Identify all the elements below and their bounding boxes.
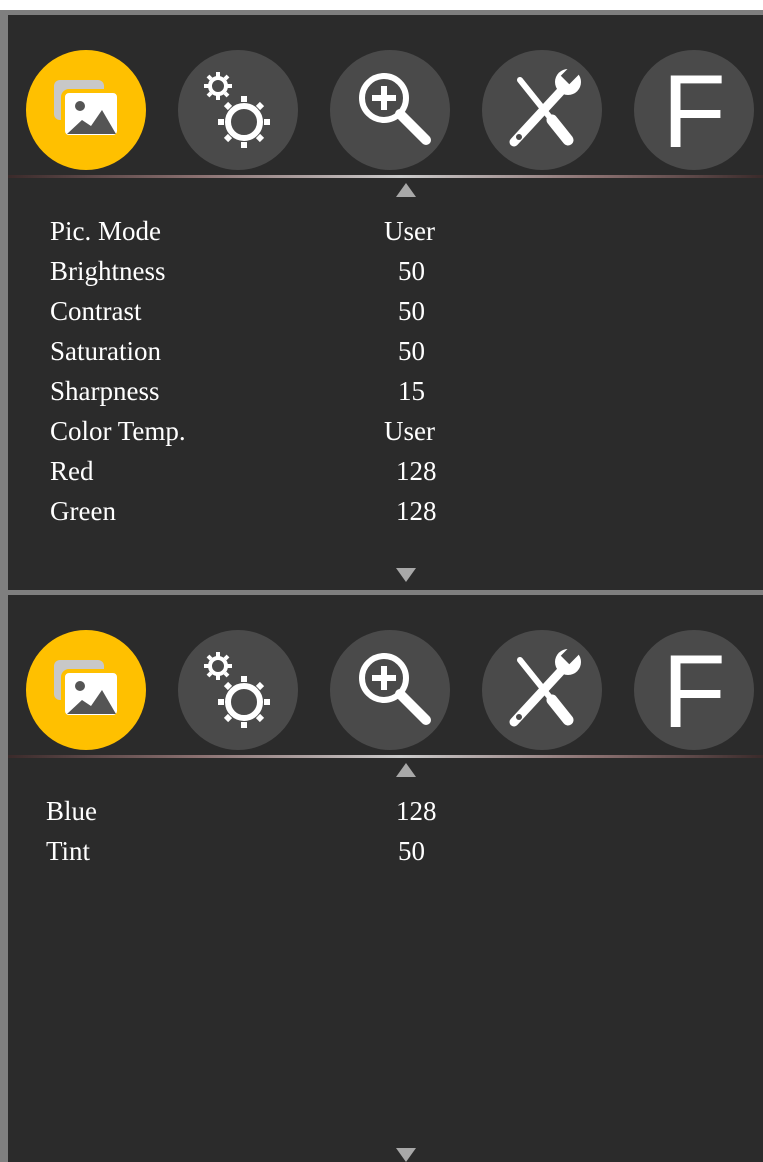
tab-settings[interactable] (178, 50, 298, 170)
menu-item-tint[interactable]: Tint 50 (8, 831, 763, 871)
picture-icon (54, 660, 121, 719)
tab-picture[interactable] (26, 630, 146, 750)
menu-item-green[interactable]: Green 128 (8, 491, 763, 531)
item-label: Red (50, 456, 94, 486)
picture-settings-list: Blue 128 Tint 50 (8, 791, 763, 871)
tools-icon (509, 645, 581, 727)
function-icon: F (662, 54, 726, 170)
item-value: 50 (398, 256, 425, 286)
item-value: User (384, 416, 435, 446)
menu-item-sharpness[interactable]: Sharpness 15 (8, 371, 763, 411)
item-label: Saturation (50, 336, 161, 366)
item-value: 128 (396, 496, 437, 526)
menu-item-blue[interactable]: Blue 128 (8, 791, 763, 831)
menu-tab-bar: F (8, 15, 763, 173)
item-value: 15 (398, 376, 425, 406)
gears-icon (204, 72, 270, 148)
osd-menu-page-1: F Pic. Mode User Brightness 50 Contrast … (0, 10, 763, 590)
scroll-up-arrow[interactable] (396, 763, 416, 777)
picture-settings-list: Pic. Mode User Brightness 50 Contrast 50… (8, 211, 763, 531)
item-value: 50 (398, 296, 425, 326)
tools-icon (509, 65, 581, 147)
item-label: Tint (46, 836, 91, 866)
zoom-in-icon (359, 653, 431, 725)
tab-zoom[interactable] (330, 630, 450, 750)
item-label: Green (50, 496, 116, 526)
picture-icon (54, 80, 121, 139)
item-label: Color Temp. (50, 416, 186, 446)
tab-function[interactable]: F (634, 630, 754, 750)
menu-tab-bar: F (8, 595, 763, 753)
gears-icon (204, 652, 270, 728)
scroll-down-arrow[interactable] (396, 568, 416, 582)
item-label: Brightness (50, 256, 166, 286)
menu-item-contrast[interactable]: Contrast 50 (8, 291, 763, 331)
item-value: 128 (396, 456, 437, 486)
tab-tools[interactable] (482, 50, 602, 170)
tab-settings[interactable] (178, 630, 298, 750)
menu-item-color-temp[interactable]: Color Temp. User (8, 411, 763, 451)
item-value: User (384, 216, 435, 246)
item-value: 128 (396, 796, 437, 826)
item-label: Blue (46, 796, 97, 826)
tab-function[interactable]: F (634, 50, 754, 170)
item-label: Contrast (50, 296, 142, 326)
osd-menu-page-2: F Blue 128 Tint 50 (0, 590, 763, 1162)
menu-item-saturation[interactable]: Saturation 50 (8, 331, 763, 371)
menu-item-brightness[interactable]: Brightness 50 (8, 251, 763, 291)
function-icon: F (662, 634, 726, 750)
item-value: 50 (398, 336, 425, 366)
item-value: 50 (398, 836, 425, 866)
item-label: Pic. Mode (50, 216, 161, 246)
menu-item-red[interactable]: Red 128 (8, 451, 763, 491)
zoom-in-icon (359, 73, 431, 145)
tab-zoom[interactable] (330, 50, 450, 170)
tab-picture[interactable] (26, 50, 146, 170)
scroll-up-arrow[interactable] (396, 183, 416, 197)
item-label: Sharpness (50, 376, 160, 406)
tab-divider (8, 755, 763, 758)
tab-divider (8, 175, 763, 178)
scroll-down-arrow[interactable] (396, 1148, 416, 1162)
tab-tools[interactable] (482, 630, 602, 750)
menu-item-pic-mode[interactable]: Pic. Mode User (8, 211, 763, 251)
